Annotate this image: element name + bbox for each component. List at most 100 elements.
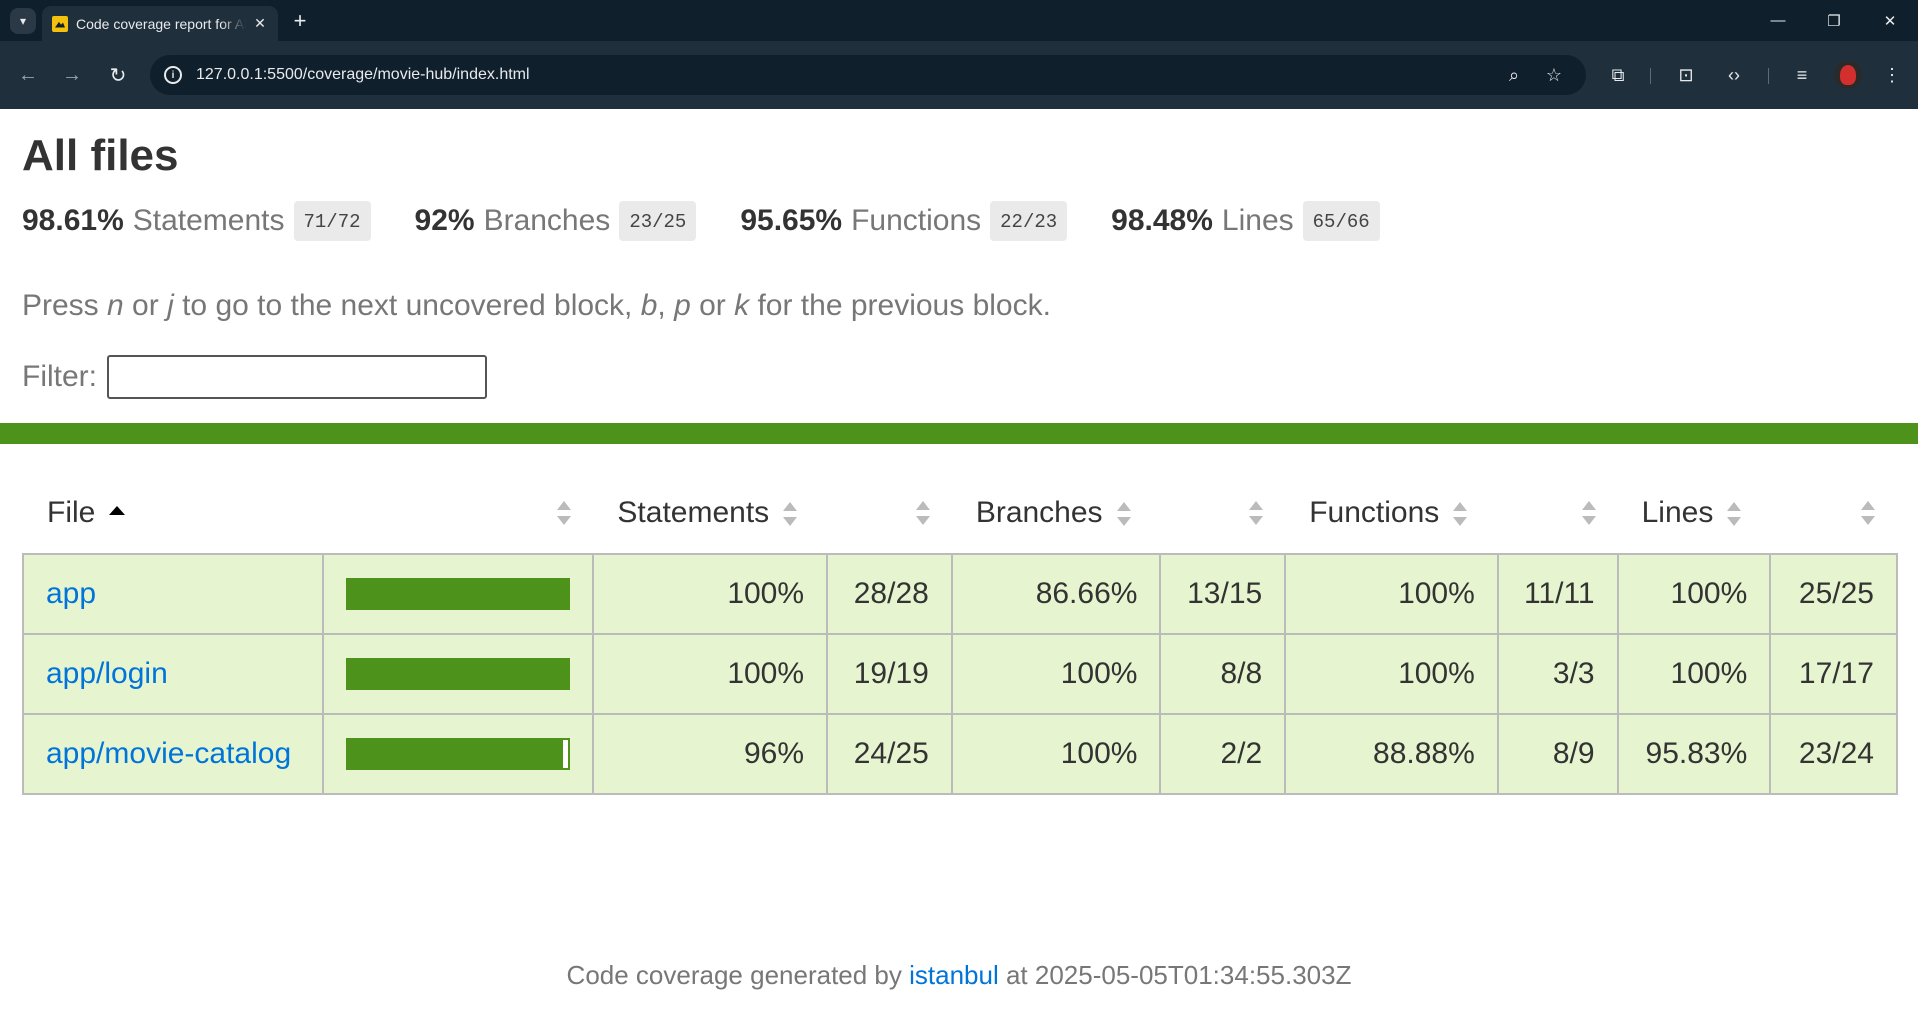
site-info-icon[interactable]: i: [164, 66, 182, 84]
extensions-icon[interactable]: ⧉: [1604, 61, 1632, 89]
header-file[interactable]: File: [23, 472, 323, 554]
file-link[interactable]: app: [46, 577, 96, 610]
footer-suffix: at 2025-05-05T01:34:55.303Z: [998, 960, 1352, 990]
branches-pct: 86.66%: [950, 553, 1162, 635]
profile-avatar[interactable]: [1834, 61, 1862, 89]
url-text[interactable]: 127.0.0.1:5500/coverage/movie-hub/index.…: [196, 66, 530, 84]
header-functions[interactable]: Functions: [1285, 472, 1498, 554]
functions-fraction: 8/9: [1496, 713, 1619, 795]
coverage-bar: [346, 738, 571, 770]
zoom-icon[interactable]: ⌕: [1502, 63, 1526, 87]
coverage-status-bar: [0, 423, 1918, 444]
functions-pct: 88.88%: [1284, 713, 1499, 795]
statements-pct: 96%: [592, 713, 829, 795]
functions-fraction: 3/3: [1496, 633, 1619, 715]
summary-label: Functions: [851, 204, 982, 237]
page-content: All files 98.61% Statements 71/72 92% Br…: [0, 109, 1918, 1017]
sort-icon: [1581, 501, 1596, 525]
lines-pct: 100%: [1616, 553, 1772, 635]
sort-icon: [1453, 501, 1468, 526]
statements-fraction: 28/28: [826, 553, 953, 635]
address-bar[interactable]: i 127.0.0.1:5500/coverage/movie-hub/inde…: [150, 55, 1586, 95]
restore-button[interactable]: ❐: [1810, 0, 1858, 41]
toolbar-divider: [1768, 68, 1769, 84]
sort-icon: [1116, 501, 1131, 526]
filter-input[interactable]: [107, 355, 487, 399]
sort-icon: [1249, 501, 1264, 525]
tab-search-button[interactable]: ▾: [10, 8, 36, 34]
header-branches[interactable]: Branches: [952, 472, 1161, 554]
file-link[interactable]: app/movie-catalog: [46, 737, 291, 770]
keyboard-hint: Press n or j to go to the next uncovered…: [22, 289, 1051, 322]
summary-lines: 98.48% Lines 65/66: [1111, 201, 1380, 241]
lines-fraction: 17/17: [1769, 633, 1898, 715]
header-statements[interactable]: Statements: [593, 472, 827, 554]
sort-ascending-icon: [109, 506, 126, 516]
lines-pct: 100%: [1616, 633, 1772, 715]
table-header-row: File Statements Branches Functions Lines: [23, 472, 1897, 554]
footer: Code coverage generated by istanbul at 2…: [0, 960, 1918, 991]
summary-statements: 98.61% Statements 71/72: [22, 201, 371, 241]
header-functions-raw[interactable]: [1498, 472, 1618, 554]
lines-fraction: 23/24: [1769, 713, 1898, 795]
summary-pct: 95.65%: [740, 204, 843, 237]
statements-fraction: 24/25: [826, 713, 953, 795]
statements-pct: 100%: [592, 633, 829, 715]
menu-kebab-icon[interactable]: ⋮: [1878, 61, 1906, 89]
istanbul-link[interactable]: istanbul: [909, 960, 999, 990]
statements-fraction: 19/19: [826, 633, 953, 715]
summary-label: Lines: [1221, 204, 1294, 237]
new-tab-button[interactable]: +: [287, 8, 313, 34]
file-link[interactable]: app/login: [46, 657, 168, 690]
summary-fraction: 65/66: [1302, 201, 1380, 241]
favicon-icon: [52, 15, 68, 32]
summary-branches: 92% Branches 23/25: [415, 201, 697, 241]
header-file-bar[interactable]: [323, 472, 593, 554]
summary-fraction: 22/23: [990, 201, 1068, 241]
summary-fraction: 23/25: [619, 201, 697, 241]
branches-pct: 100%: [950, 713, 1162, 795]
screenshot-icon[interactable]: ⊡: [1672, 61, 1700, 89]
sort-icon: [1861, 501, 1875, 525]
minimize-button[interactable]: —: [1754, 0, 1802, 41]
header-statements-raw[interactable]: [827, 472, 952, 554]
bookmark-star-icon[interactable]: ☆: [1542, 63, 1566, 87]
close-window-button[interactable]: ✕: [1866, 0, 1914, 41]
functions-pct: 100%: [1284, 633, 1499, 715]
header-lines-raw[interactable]: [1770, 472, 1897, 554]
table-row: app/login 100% 19/19 100% 8/8 100% 3/3 1…: [21, 633, 1898, 715]
header-lines[interactable]: Lines: [1618, 472, 1771, 554]
coverage-summary: 98.61% Statements 71/72 92% Branches 23/…: [22, 201, 1424, 241]
footer-prefix: Code coverage generated by: [566, 960, 910, 990]
summary-pct: 98.48%: [1111, 204, 1213, 237]
statements-pct: 100%: [592, 553, 829, 635]
summary-functions: 95.65% Functions 22/23: [740, 201, 1068, 241]
back-button[interactable]: ←: [14, 61, 42, 89]
functions-fraction: 11/11: [1496, 553, 1619, 635]
coverage-bar-gap: [561, 738, 571, 770]
functions-pct: 100%: [1284, 553, 1499, 635]
summary-label: Statements: [132, 204, 285, 237]
branches-pct: 100%: [950, 633, 1162, 715]
devtools-icon[interactable]: ‹›: [1720, 61, 1748, 89]
header-branches-raw[interactable]: [1160, 472, 1285, 554]
branches-fraction: 8/8: [1159, 633, 1287, 715]
forward-button[interactable]: →: [58, 61, 86, 89]
media-controls-icon[interactable]: ≡: [1788, 61, 1816, 89]
table-row: app 100% 28/28 86.66% 13/15 100% 11/11 1…: [21, 553, 1898, 635]
browser-tab[interactable]: Code coverage report for All files ✕: [42, 6, 278, 41]
filter-row: Filter:: [22, 355, 487, 399]
coverage-bar: [346, 578, 571, 610]
summary-pct: 98.61%: [22, 204, 124, 237]
tab-title: Code coverage report for All files: [76, 15, 246, 32]
sort-icon: [1727, 501, 1742, 526]
coverage-bar: [346, 658, 571, 690]
sort-icon: [557, 501, 572, 525]
branches-fraction: 2/2: [1159, 713, 1287, 795]
summary-fraction: 71/72: [293, 201, 371, 241]
close-tab-icon[interactable]: ✕: [252, 15, 268, 32]
reload-button[interactable]: ↻: [104, 61, 132, 89]
browser-tab-strip: ▾ Code coverage report for All files ✕ +…: [0, 0, 1918, 41]
lines-fraction: 25/25: [1769, 553, 1898, 635]
sort-icon: [915, 501, 930, 525]
